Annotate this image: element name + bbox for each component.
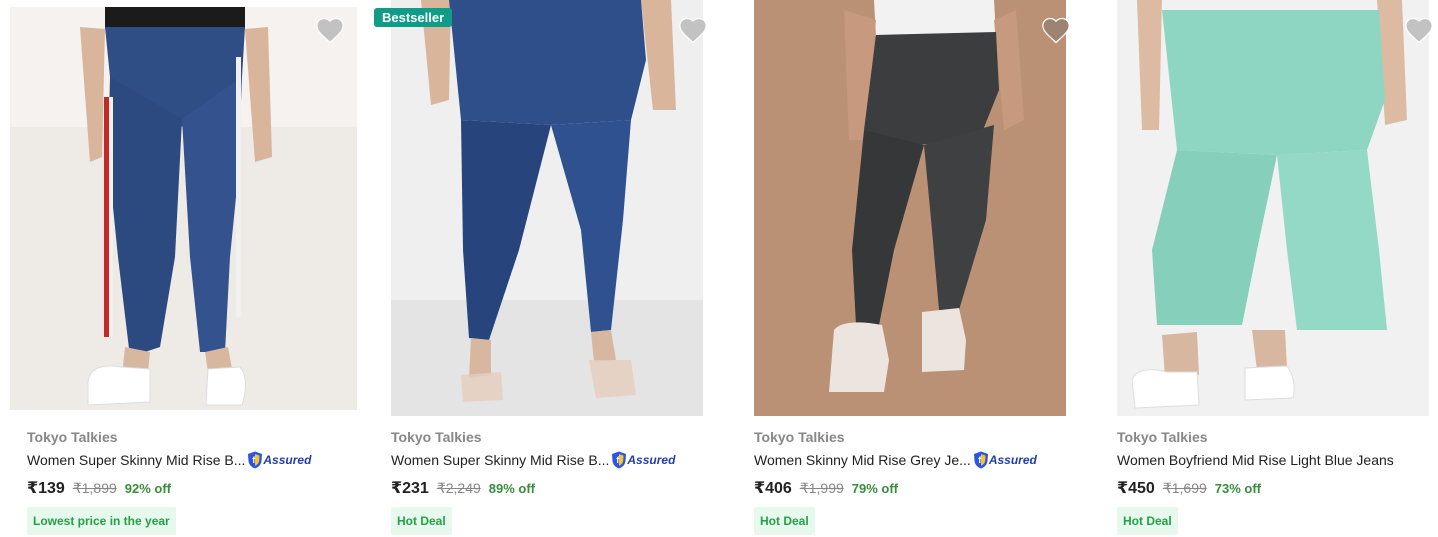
product-price: ₹139 xyxy=(27,480,65,497)
product-title[interactable]: Women Boyfriend Mid Rise Light Blue Jean… xyxy=(1117,452,1394,468)
deal-tag: Lowest price in the year xyxy=(27,507,176,535)
product-brand: Tokyo Talkies xyxy=(391,429,482,445)
assured-shield-icon: f xyxy=(973,451,988,469)
product-title[interactable]: Women Super Skinny Mid Rise B... xyxy=(391,452,609,468)
product-discount: 79% off xyxy=(851,481,899,496)
product-brand: Tokyo Talkies xyxy=(754,429,845,445)
deal-tag: Hot Deal xyxy=(391,507,452,535)
product-card[interactable]: Bestseller Tokyo Talkies Women Super Ski… xyxy=(374,0,724,537)
assured-shield-icon: f xyxy=(612,451,627,469)
product-image[interactable] xyxy=(391,0,703,416)
wishlist-heart-icon[interactable] xyxy=(1041,16,1071,44)
assured-badge: f Assured xyxy=(973,451,1037,469)
product-title[interactable]: Women Skinny Mid Rise Grey Je... xyxy=(754,452,971,468)
product-discount: 73% off xyxy=(1214,481,1262,496)
wishlist-heart-icon[interactable] xyxy=(1404,16,1434,44)
product-price: ₹450 xyxy=(1117,480,1155,497)
deal-tag: Hot Deal xyxy=(1117,507,1178,535)
product-brand: Tokyo Talkies xyxy=(1117,429,1208,445)
product-discount: 92% off xyxy=(124,481,172,496)
assured-label: Assured xyxy=(988,453,1037,467)
assured-label: Assured xyxy=(263,453,312,467)
wishlist-heart-icon[interactable] xyxy=(678,16,708,44)
product-price: ₹406 xyxy=(754,480,792,497)
product-mrp: ₹2,249 xyxy=(436,480,481,496)
product-price: ₹231 xyxy=(391,480,429,497)
product-mrp: ₹1,699 xyxy=(1162,480,1207,496)
product-brand: Tokyo Talkies xyxy=(27,429,118,445)
wishlist-heart-icon[interactable] xyxy=(315,16,345,44)
product-card[interactable]: Tokyo Talkies Women Skinny Mid Rise Grey… xyxy=(737,0,1087,537)
assured-badge: f Assured xyxy=(247,451,311,469)
product-image[interactable] xyxy=(754,0,1066,416)
product-card[interactable]: Tokyo Talkies Women Boyfriend Mid Rise L… xyxy=(1100,0,1438,537)
product-image[interactable] xyxy=(1117,0,1429,416)
product-mrp: ₹1,899 xyxy=(72,480,117,496)
assured-shield-icon: f xyxy=(248,451,263,469)
deal-tag: Hot Deal xyxy=(754,507,815,535)
bestseller-badge: Bestseller xyxy=(374,8,453,27)
product-mrp: ₹1,999 xyxy=(799,480,844,496)
product-discount: 89% off xyxy=(488,481,536,496)
product-card[interactable]: Tokyo Talkies Women Super Skinny Mid Ris… xyxy=(10,0,360,537)
assured-badge: f Assured xyxy=(611,451,675,469)
assured-label: Assured xyxy=(627,453,676,467)
product-title[interactable]: Women Super Skinny Mid Rise B... xyxy=(27,452,245,468)
product-image[interactable] xyxy=(10,7,357,410)
